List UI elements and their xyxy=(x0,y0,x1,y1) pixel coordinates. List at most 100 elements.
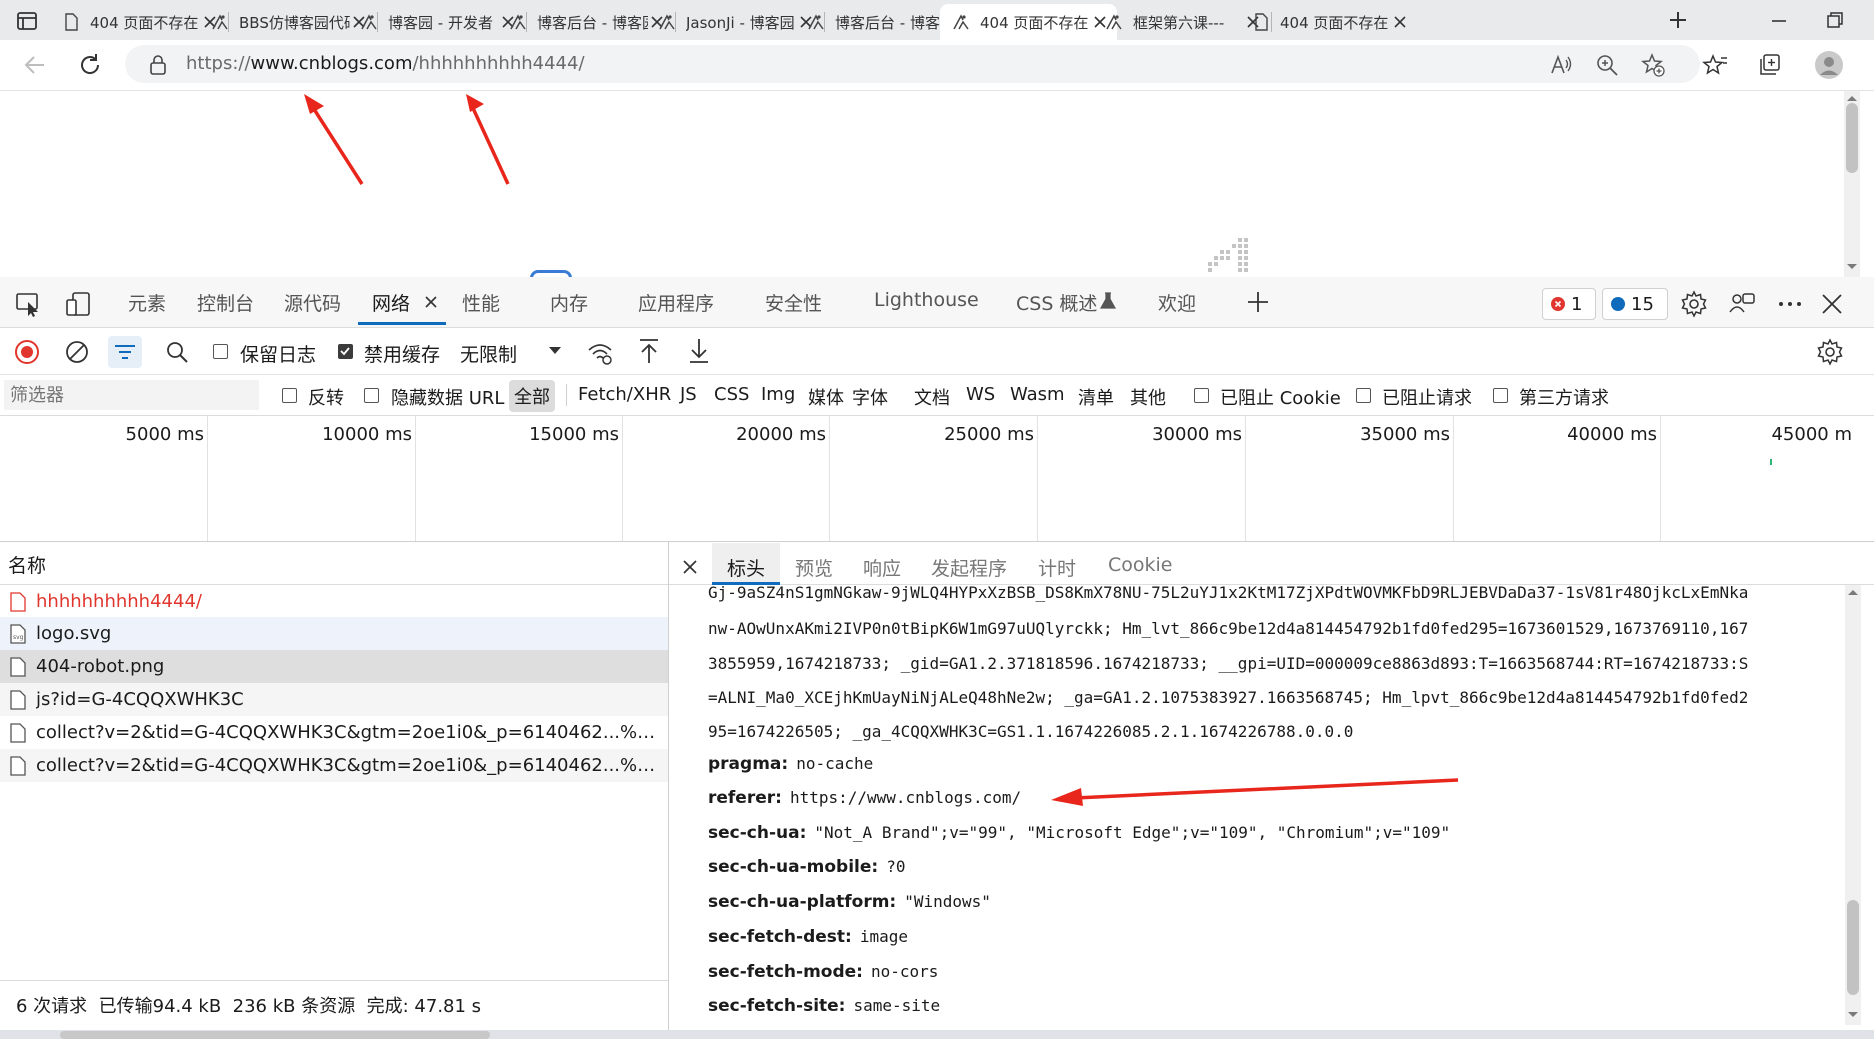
type-filter-button[interactable]: Img xyxy=(761,384,795,405)
devtools-tab[interactable]: 内存 xyxy=(550,289,588,316)
back-icon[interactable] xyxy=(20,50,50,80)
type-filter-button[interactable]: WS xyxy=(966,384,995,405)
close-tab-icon[interactable] xyxy=(1391,13,1409,31)
type-filter-button[interactable]: 全部 xyxy=(509,380,555,412)
request-name: logo.svg xyxy=(36,623,112,644)
error-count-badge[interactable]: 1 xyxy=(1542,288,1596,320)
filter-input[interactable] xyxy=(4,380,259,410)
more-tabs-plus-icon[interactable] xyxy=(1245,289,1271,315)
devtools-tab[interactable]: 元素 xyxy=(128,289,166,316)
request-row[interactable]: 404-robot.png xyxy=(0,650,668,683)
devtools-tab[interactable]: CSS 概述 xyxy=(1016,289,1097,316)
read-aloud-icon[interactable] xyxy=(1548,52,1574,78)
detail-tab[interactable]: 标头 xyxy=(727,554,765,581)
blocked-requests-checkbox[interactable] xyxy=(1356,388,1371,403)
message-count-badge[interactable]: 15 xyxy=(1602,288,1668,320)
tab-title: BBS仿博客园代码 xyxy=(239,13,350,32)
devtools-tab[interactable]: 源代码 xyxy=(284,289,341,316)
type-filter-button[interactable]: CSS xyxy=(714,384,749,405)
detail-scroll-up-icon[interactable] xyxy=(1847,588,1859,596)
devtools-tab[interactable]: 性能 xyxy=(462,289,500,316)
collections-icon[interactable] xyxy=(1757,52,1783,78)
clear-icon[interactable] xyxy=(64,339,90,365)
devtools-tab[interactable]: 安全性 xyxy=(765,289,822,316)
favorites-icon[interactable] xyxy=(1702,52,1728,78)
detail-tab[interactable]: 计时 xyxy=(1038,554,1076,581)
throttling-value: 无限制 xyxy=(460,344,518,366)
request-row[interactable]: collect?v=2&tid=G-4CQQXWHK3C&gtm=2oe1i0&… xyxy=(0,749,668,782)
third-party-checkbox[interactable] xyxy=(1493,388,1508,403)
close-devtools-icon[interactable] xyxy=(1818,290,1846,318)
hide-data-url-checkbox[interactable] xyxy=(364,388,379,403)
experimental-flask-icon[interactable] xyxy=(1100,292,1116,310)
page-scroll-thumb[interactable] xyxy=(1846,103,1858,173)
cookie-value-line: 95=1674226505; _ga_4CQQXWHK3C=GS1.1.1674… xyxy=(708,722,1354,741)
browser-tab[interactable]: 404 页面不存在 xyxy=(1240,4,1417,40)
export-har-icon[interactable] xyxy=(686,337,712,365)
network-settings-gear-icon[interactable] xyxy=(1816,338,1844,366)
type-filter-button[interactable]: 清单 xyxy=(1078,384,1114,410)
throttling-select[interactable]: 无限制 xyxy=(460,336,570,368)
url-text[interactable]: https://www.cnblogs.com/hhhhhhhhhh4444/ xyxy=(186,53,585,74)
new-tab-button[interactable] xyxy=(1664,6,1692,34)
type-filter-button[interactable]: Fetch/XHR xyxy=(578,384,671,405)
add-favorite-icon[interactable] xyxy=(1640,52,1666,78)
record-button[interactable] xyxy=(14,339,40,365)
detail-scroll-thumb[interactable] xyxy=(1847,900,1859,995)
restore-button[interactable] xyxy=(1820,8,1848,34)
browser-tab[interactable]: 404 页面不存在 xyxy=(940,4,1117,40)
search-icon[interactable] xyxy=(164,339,190,365)
type-filter-button[interactable]: 媒体 xyxy=(808,384,844,410)
file-icon xyxy=(10,722,26,743)
type-filter-button[interactable]: Wasm xyxy=(1010,384,1065,405)
detail-scroll-down-icon[interactable] xyxy=(1847,1011,1859,1019)
network-conditions-icon[interactable] xyxy=(586,339,614,367)
detail-tab[interactable]: 预览 xyxy=(795,554,833,581)
page-scroll-down-icon[interactable] xyxy=(1846,263,1858,271)
more-options-icon[interactable] xyxy=(1776,290,1804,318)
tab-actions-icon[interactable] xyxy=(14,8,40,34)
invert-checkbox[interactable] xyxy=(282,388,297,403)
type-filter-button[interactable]: JS xyxy=(680,384,697,405)
filter-toggle-icon[interactable] xyxy=(108,336,142,368)
detail-tab[interactable]: 响应 xyxy=(863,554,901,581)
type-filter-button[interactable]: 其他 xyxy=(1130,384,1166,410)
request-list-header[interactable]: 名称 xyxy=(0,542,668,585)
zoom-icon[interactable] xyxy=(1594,52,1620,78)
devtools-tab[interactable]: 控制台 xyxy=(197,289,254,316)
devtools-tab[interactable]: Lighthouse xyxy=(874,289,979,311)
lock-icon[interactable] xyxy=(148,54,168,76)
minimize-button[interactable] xyxy=(1765,8,1793,34)
request-row[interactable]: collect?v=2&tid=G-4CQQXWHK3C&gtm=2oe1i0&… xyxy=(0,716,668,749)
devtools-tab[interactable]: 网络 xyxy=(372,289,410,316)
type-filter-button[interactable]: 字体 xyxy=(852,384,888,410)
detail-tab[interactable]: Cookie xyxy=(1108,554,1173,576)
settings-gear-icon[interactable] xyxy=(1680,290,1708,318)
page-scroll-up-icon[interactable] xyxy=(1846,94,1858,102)
timeline-load-marker xyxy=(1770,459,1772,465)
blocked-cookies-checkbox[interactable] xyxy=(1194,388,1209,403)
profile-avatar[interactable] xyxy=(1814,50,1844,80)
type-filter-button[interactable]: 文档 xyxy=(914,384,950,410)
timeline-gridline xyxy=(415,416,416,541)
detail-tab[interactable]: 发起程序 xyxy=(931,554,1007,581)
refresh-icon[interactable] xyxy=(75,50,105,80)
preserve-log-label: 保留日志 xyxy=(240,344,317,366)
device-emulation-icon[interactable] xyxy=(64,290,92,318)
import-har-icon[interactable] xyxy=(636,337,662,365)
header-value: https://www.cnblogs.com/ xyxy=(789,788,1022,807)
request-row[interactable]: js?id=G-4CQQXWHK3C xyxy=(0,683,668,716)
header-line: sec-ch-ua-platform: "Windows" xyxy=(708,891,1828,912)
request-row[interactable]: hhhhhhhhhh4444/ xyxy=(0,585,668,618)
devtools-tab[interactable]: 应用程序 xyxy=(638,289,714,316)
bottom-scroll-thumb[interactable] xyxy=(60,1031,490,1039)
inspect-element-icon[interactable] xyxy=(14,290,42,318)
preserve-log-checkbox[interactable] xyxy=(213,344,228,359)
invert-label: 反转 xyxy=(308,388,344,409)
request-row[interactable]: svg logo.svg xyxy=(0,617,668,650)
close-network-tab-icon[interactable] xyxy=(423,294,439,310)
devtools-tab[interactable]: 欢迎 xyxy=(1158,289,1196,316)
feedback-icon[interactable] xyxy=(1728,290,1756,318)
close-detail-icon[interactable] xyxy=(680,557,700,577)
disable-cache-checkbox[interactable] xyxy=(338,344,353,359)
